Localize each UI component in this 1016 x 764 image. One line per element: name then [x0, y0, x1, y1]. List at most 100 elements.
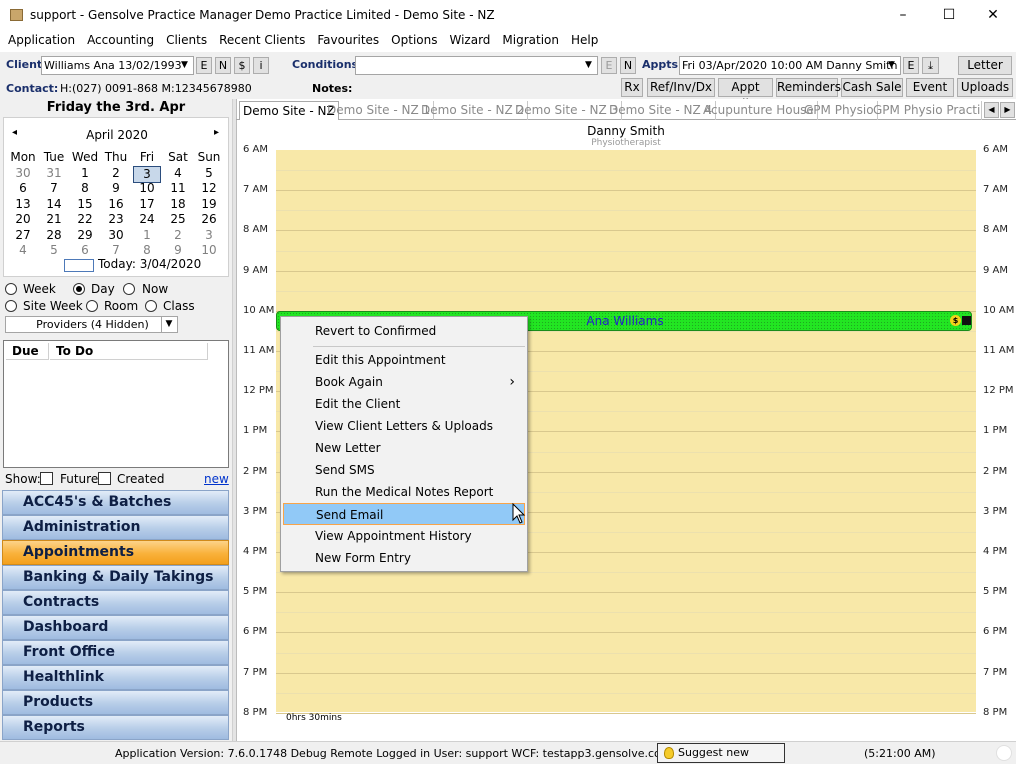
calendar-day[interactable]: 2: [102, 166, 130, 181]
tab-gpm-physio[interactable]: GPM Physio: [801, 101, 878, 120]
today-link[interactable]: Today: 3/04/2020: [98, 257, 201, 271]
calendar-day[interactable]: 6: [9, 181, 37, 196]
calendar-day[interactable]: 24: [133, 212, 161, 227]
calendar-day[interactable]: 1: [71, 166, 99, 181]
todo-list[interactable]: Due To Do: [3, 340, 229, 468]
calendar-day[interactable]: 4: [9, 243, 37, 258]
calendar-day[interactable]: 15: [71, 197, 99, 212]
download-icon[interactable]: ⤓: [922, 57, 939, 74]
suggest-feature-button[interactable]: Suggest new feature: [657, 743, 785, 763]
calendar-day[interactable]: 7: [40, 181, 68, 196]
menu-medical-notes-report[interactable]: Run the Medical Notes Report: [283, 481, 525, 503]
calendar-day[interactable]: 18: [164, 197, 192, 212]
calendar-day[interactable]: 1: [133, 228, 161, 243]
calendar-day[interactable]: 8: [71, 181, 99, 196]
menu-send-sms[interactable]: Send SMS: [283, 459, 525, 481]
calendar-day[interactable]: 27: [9, 228, 37, 243]
menu-edit-client[interactable]: Edit the Client: [283, 393, 525, 415]
menu-wizard[interactable]: Wizard: [445, 31, 494, 52]
calendar-day[interactable]: 19: [195, 197, 223, 212]
client-select[interactable]: Williams Ana 13/02/1993 ▼: [41, 56, 194, 75]
calendar-day[interactable]: 6: [71, 243, 99, 258]
calendar-day[interactable]: 31: [40, 166, 68, 181]
menu-migration[interactable]: Migration: [498, 31, 563, 52]
calendar-day[interactable]: 8: [133, 243, 161, 258]
calendar-day[interactable]: 13: [9, 197, 37, 212]
client-account-button[interactable]: $: [234, 57, 250, 74]
radio-now[interactable]: [123, 283, 135, 295]
nav-front-office[interactable]: Front Office: [2, 640, 229, 665]
event-button[interactable]: Event: [906, 78, 954, 97]
created-checkbox[interactable]: [98, 472, 111, 485]
calendar-day[interactable]: 22: [71, 212, 99, 227]
calendar-day[interactable]: 12: [195, 181, 223, 196]
calendar-day[interactable]: 17: [133, 197, 161, 212]
menu-accounting[interactable]: Accounting: [83, 31, 158, 52]
client-info-button[interactable]: i: [253, 57, 269, 74]
client-new-button[interactable]: N: [215, 57, 231, 74]
radio-room[interactable]: [86, 300, 98, 312]
menu-new-form-entry[interactable]: New Form Entry: [283, 547, 525, 569]
calendar-day[interactable]: 10: [195, 243, 223, 258]
calendar-day[interactable]: 7: [102, 243, 130, 258]
menu-favourites[interactable]: Favourites: [313, 31, 383, 52]
calendar-day[interactable]: 9: [164, 243, 192, 258]
calendar-day[interactable]: 30: [102, 228, 130, 243]
menu-book-again[interactable]: Book Again ›: [283, 371, 525, 393]
calendar-day[interactable]: 9: [102, 181, 130, 196]
menu-application[interactable]: Application: [4, 31, 79, 52]
menu-options[interactable]: Options: [387, 31, 441, 52]
condition-edit-button[interactable]: E: [601, 57, 617, 74]
reminders-button[interactable]: Reminders: [776, 78, 841, 97]
menu-recent-clients[interactable]: Recent Clients: [215, 31, 309, 52]
calendar-day[interactable]: 2: [164, 228, 192, 243]
appt-slip-button[interactable]: Appt Slip: [718, 78, 773, 111]
calendar-day[interactable]: 5: [195, 166, 223, 181]
menu-view-appointment-history[interactable]: View Appointment History: [283, 525, 525, 547]
cash-sale-button[interactable]: Cash Sale: [841, 78, 903, 97]
new-todo-link[interactable]: new: [204, 472, 229, 486]
appt-edit-button[interactable]: E: [903, 57, 919, 74]
nav-healthlink[interactable]: Healthlink: [2, 665, 229, 690]
calendar-day[interactable]: 28: [40, 228, 68, 243]
menu-view-client-letters[interactable]: View Client Letters & Uploads: [283, 415, 525, 437]
calendar-day[interactable]: 10: [133, 181, 161, 196]
conditions-select[interactable]: ▼: [355, 56, 598, 75]
nav-reports[interactable]: Reports: [2, 715, 229, 740]
calendar-day[interactable]: 23: [102, 212, 130, 227]
tab-scroll-right-icon[interactable]: ▶: [1000, 102, 1015, 118]
todo-header-todo[interactable]: To Do: [50, 343, 208, 360]
calendar-day[interactable]: 3: [195, 228, 223, 243]
nav-products[interactable]: Products: [2, 690, 229, 715]
menu-revert-to-confirmed[interactable]: Revert to Confirmed: [283, 320, 525, 342]
nav-dashboard[interactable]: Dashboard: [2, 615, 229, 640]
calendar-day[interactable]: 11: [164, 181, 192, 196]
todo-header-due[interactable]: Due: [6, 343, 49, 360]
calendar-day[interactable]: 16: [102, 197, 130, 212]
providers-select[interactable]: Providers (4 Hidden) ▼: [5, 316, 178, 333]
calendar-day[interactable]: 5: [40, 243, 68, 258]
calendar-day[interactable]: 29: [71, 228, 99, 243]
calendar-day[interactable]: 26: [195, 212, 223, 227]
nav-acc45-batches[interactable]: ACC45's & Batches: [2, 490, 229, 515]
calendar-day[interactable]: 25: [164, 212, 192, 227]
menu-edit-appointment[interactable]: Edit this Appointment: [283, 349, 525, 371]
uploads-button[interactable]: Uploads: [957, 78, 1013, 97]
menu-new-letter[interactable]: New Letter: [283, 437, 525, 459]
next-month-icon[interactable]: ▸: [214, 127, 219, 138]
rx-button[interactable]: Rx: [621, 78, 643, 97]
nav-administration[interactable]: Administration: [2, 515, 229, 540]
minimize-button[interactable]: –: [880, 0, 926, 31]
maximize-button[interactable]: ☐: [926, 0, 972, 31]
calendar-day[interactable]: 30: [9, 166, 37, 181]
radio-day[interactable]: [73, 283, 85, 295]
nav-contracts[interactable]: Contracts: [2, 590, 229, 615]
calendar-day[interactable]: 21: [40, 212, 68, 227]
client-edit-button[interactable]: E: [196, 57, 212, 74]
letter-button[interactable]: Letter: [958, 56, 1012, 75]
calendar-day[interactable]: 20: [9, 212, 37, 227]
menu-help[interactable]: Help: [567, 31, 602, 52]
calendar-day[interactable]: 14: [40, 197, 68, 212]
radio-week[interactable]: [5, 283, 17, 295]
menu-clients[interactable]: Clients: [162, 31, 211, 52]
